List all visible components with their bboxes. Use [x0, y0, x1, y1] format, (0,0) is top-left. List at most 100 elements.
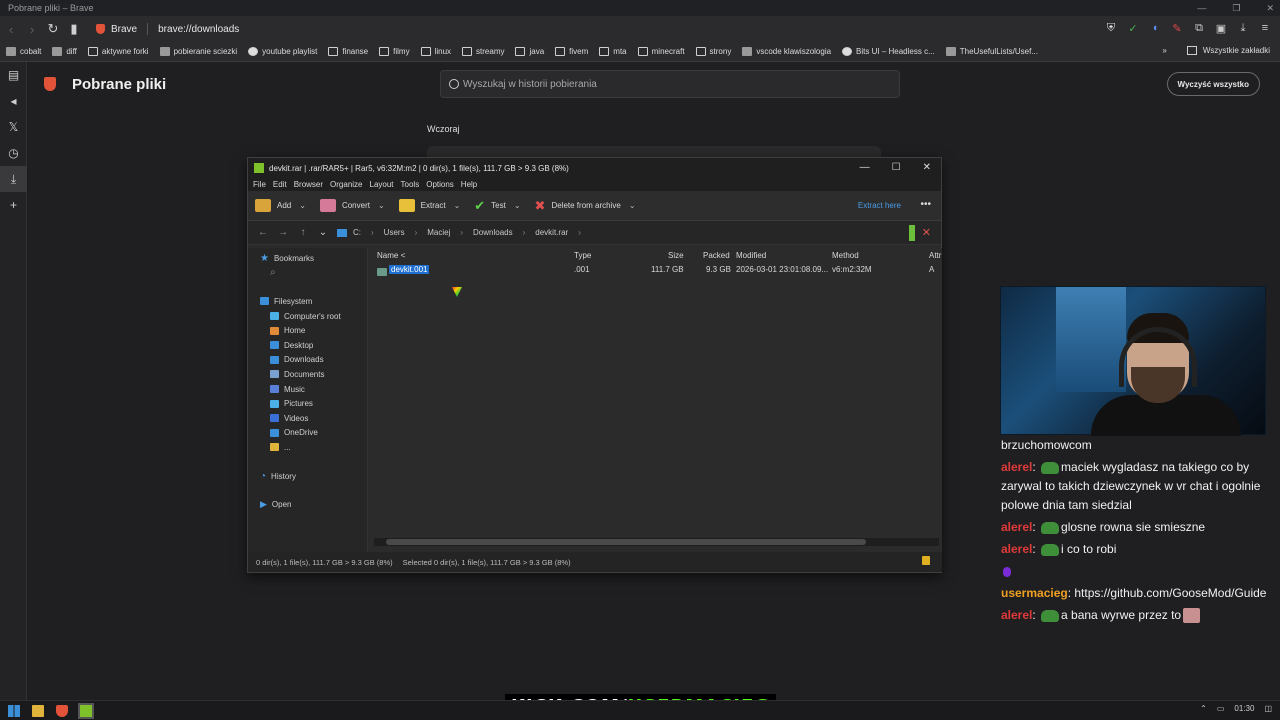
- menu-item-browser[interactable]: Browser: [294, 180, 323, 189]
- sidebar-speaker-icon[interactable]: ◂: [0, 88, 27, 114]
- nav-item[interactable]: ...: [248, 440, 367, 455]
- bookmark-item[interactable]: finanse: [328, 47, 368, 56]
- path-forward-icon[interactable]: →: [273, 227, 293, 238]
- delete-dropdown-icon[interactable]: ⌄: [629, 201, 636, 210]
- bookmark-item[interactable]: aktywne forki: [87, 47, 149, 56]
- pen-icon[interactable]: ✎: [1170, 20, 1184, 36]
- menu-item-edit[interactable]: Edit: [273, 180, 287, 189]
- lock-icon[interactable]: [922, 556, 930, 565]
- check-icon[interactable]: ✓: [1126, 20, 1140, 36]
- chevron-right-icon[interactable]: »: [1162, 46, 1166, 55]
- minimize-icon[interactable]: —: [860, 162, 870, 173]
- column-header[interactable]: Attr: [929, 251, 941, 260]
- bookmark-item[interactable]: streamy: [462, 47, 504, 56]
- audio-icon[interactable]: ◖: [1148, 20, 1162, 36]
- archiver-taskbar-icon[interactable]: [78, 703, 94, 719]
- restore-icon[interactable]: ❐: [1232, 0, 1240, 16]
- start-icon[interactable]: [8, 705, 20, 717]
- extract-button[interactable]: Extract: [398, 199, 446, 212]
- nav-item[interactable]: Downloads: [248, 353, 367, 368]
- clear-all-button[interactable]: Wyczyść wszystko: [1166, 72, 1260, 96]
- column-header[interactable]: Type: [574, 251, 591, 260]
- back-button[interactable]: ‹: [1, 19, 21, 39]
- horizontal-scrollbar[interactable]: [374, 538, 939, 546]
- nav-item[interactable]: Desktop: [248, 338, 367, 353]
- path-up-icon[interactable]: ↑: [293, 227, 313, 238]
- search-input[interactable]: Wyszukaj w historii pobierania: [440, 70, 900, 98]
- column-header[interactable]: Name <: [377, 251, 405, 260]
- sidebar-x-icon[interactable]: 𝕏: [0, 114, 27, 140]
- add-button[interactable]: Add: [255, 199, 291, 212]
- minimize-icon[interactable]: —: [1197, 0, 1206, 16]
- close-icon[interactable]: ✕: [1266, 0, 1274, 16]
- sidebar-panel-icon[interactable]: ▤: [0, 62, 27, 88]
- shields-icon[interactable]: ⛨: [1104, 20, 1118, 36]
- path-back-icon[interactable]: ←: [253, 227, 273, 238]
- menu-item-tools[interactable]: Tools: [401, 180, 420, 189]
- nav-item[interactable]: Pictures: [248, 396, 367, 411]
- nav-filesystem[interactable]: Filesystem: [248, 294, 367, 309]
- test-button[interactable]: ✔ Test: [474, 198, 506, 214]
- notification-icon[interactable]: ◫: [1264, 704, 1272, 713]
- bookmark-item[interactable]: diff: [52, 47, 77, 56]
- more-options-icon[interactable]: •••: [920, 199, 931, 210]
- column-header[interactable]: Modified: [736, 251, 766, 260]
- bookmark-item[interactable]: youtube playlist: [248, 47, 317, 56]
- bookmark-button[interactable]: ▮: [64, 19, 84, 39]
- menu-item-options[interactable]: Options: [426, 180, 454, 189]
- bookmark-item[interactable]: linux: [420, 47, 451, 56]
- sidebar-downloads-icon[interactable]: ⤓: [0, 166, 27, 192]
- address-url[interactable]: brave://downloads: [158, 24, 239, 35]
- bookmark-item[interactable]: cobalt: [6, 47, 41, 56]
- column-header[interactable]: Method: [832, 251, 859, 260]
- nav-item[interactable]: Computer's root: [248, 309, 367, 324]
- breadcrumb-item[interactable]: Downloads: [473, 228, 513, 237]
- nav-item[interactable]: Home: [248, 323, 367, 338]
- extract-dropdown-icon[interactable]: ⌄: [454, 201, 461, 210]
- menu-item-help[interactable]: Help: [461, 180, 477, 189]
- bookmark-item[interactable]: fivem: [555, 47, 588, 56]
- convert-button[interactable]: Convert: [319, 199, 370, 212]
- nav-item[interactable]: OneDrive: [248, 426, 367, 441]
- breadcrumb-item[interactable]: devkit.rar: [535, 228, 568, 237]
- all-bookmarks-label[interactable]: Wszystkie zakładki: [1203, 46, 1270, 55]
- bookmark-item[interactable]: strony: [695, 47, 731, 56]
- address-bar[interactable]: Brave brave://downloads: [90, 19, 1090, 39]
- breadcrumb-item[interactable]: Maciej: [427, 228, 450, 237]
- menu-item-layout[interactable]: Layout: [370, 180, 394, 189]
- clock[interactable]: 01:30: [1234, 704, 1254, 713]
- brave-taskbar-icon[interactable]: [56, 705, 68, 717]
- breadcrumb-item[interactable]: C:: [353, 228, 361, 237]
- bookmark-item[interactable]: minecraft: [637, 47, 685, 56]
- bookmark-item[interactable]: vscode klawiszologia: [742, 47, 831, 56]
- menu-icon[interactable]: ≡: [1258, 20, 1272, 36]
- sidebar-history-icon[interactable]: ◷: [0, 140, 27, 166]
- nav-item[interactable]: Documents: [248, 367, 367, 382]
- breadcrumb-item[interactable]: Users: [384, 228, 405, 237]
- column-header[interactable]: Size: [668, 251, 684, 260]
- bookmark-item[interactable]: java: [515, 47, 544, 56]
- bookmark-item[interactable]: TheUsefulLists/Usef...: [945, 47, 1038, 56]
- nav-history[interactable]: ◔ History: [248, 469, 367, 484]
- file-name[interactable]: devkit.001: [389, 265, 430, 274]
- network-icon[interactable]: ▭: [1217, 704, 1225, 713]
- extract-here-link[interactable]: Extract here: [858, 201, 901, 210]
- nav-open[interactable]: ▶ Open: [248, 497, 367, 512]
- path-history-icon[interactable]: ⌄: [313, 227, 333, 238]
- bookmark-item[interactable]: mta: [599, 47, 627, 56]
- table-row[interactable]: devkit.001 .001 111.7 GB 9.3 GB 2026-03-…: [369, 262, 942, 276]
- test-dropdown-icon[interactable]: ⌄: [514, 201, 521, 210]
- nav-item[interactable]: Videos: [248, 411, 367, 426]
- bookmark-item[interactable]: filmy: [379, 47, 410, 56]
- column-header[interactable]: Packed: [703, 251, 730, 260]
- download-icon[interactable]: ⤓: [1236, 20, 1250, 36]
- menu-item-file[interactable]: File: [253, 180, 266, 189]
- menu-item-organize[interactable]: Organize: [330, 180, 362, 189]
- bookmark-item[interactable]: Bits UI – Headless c...: [842, 47, 935, 56]
- chevron-up-icon[interactable]: ⌃: [1200, 704, 1207, 713]
- nav-item[interactable]: Music: [248, 382, 367, 397]
- maximize-icon[interactable]: ☐: [892, 162, 901, 173]
- wallet-icon[interactable]: ▣: [1214, 20, 1228, 36]
- convert-dropdown-icon[interactable]: ⌄: [378, 201, 385, 210]
- add-dropdown-icon[interactable]: ⌄: [299, 201, 306, 210]
